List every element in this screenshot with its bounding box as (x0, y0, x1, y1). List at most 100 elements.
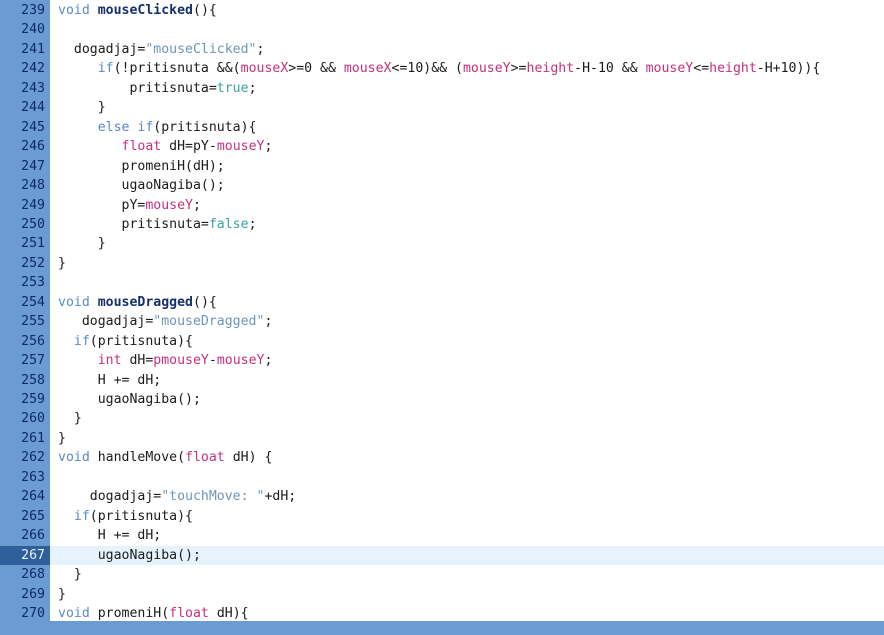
code-line[interactable]: 260 } (0, 409, 884, 428)
code-line[interactable]: 256 if(pritisnuta){ (0, 332, 884, 351)
function-name: mouseClicked (97, 3, 193, 18)
code-line[interactable]: 264 dogadjaj="touchMove: "+dH; (0, 487, 884, 506)
code-line[interactable]: 249 pY=mouseY; (0, 196, 884, 215)
code-line[interactable]: 239 void mouseClicked(){ (0, 1, 884, 20)
code-line[interactable]: 242 if(!pritisnuta &&(mouseX>=0 && mouse… (0, 59, 884, 78)
code-line[interactable]: 251 } (0, 234, 884, 253)
code-token: } (58, 430, 66, 446)
code-token: pritisnuta= (58, 216, 209, 232)
code-token: ; (264, 139, 273, 155)
code-keyword: if (97, 61, 114, 77)
code-line[interactable]: 253 (0, 273, 884, 292)
line-number: 248 (21, 178, 45, 194)
code-line[interactable]: 241 dogadjaj="mouseClicked"; (0, 40, 884, 59)
code-line[interactable]: 262 void handleMove(float dH) { (0, 448, 884, 467)
code-token: ugaoNagiba(); (58, 178, 225, 194)
line-number: 269 (21, 586, 45, 602)
code-text: int dH=pmouseY-mouseY; (58, 351, 273, 370)
code-line[interactable]: 255 dogadjaj="mouseDragged"; (0, 312, 884, 331)
code-line[interactable]: 246 float dH=pY-mouseY; (0, 137, 884, 156)
code-token: } (58, 236, 106, 252)
code-text: } (58, 565, 82, 584)
code-line[interactable]: 243 pritisnuta=true; (0, 79, 884, 98)
code-token: <=10)&& ( (391, 61, 463, 77)
line-number: 264 (21, 489, 45, 505)
line-number: 261 (21, 430, 45, 446)
boolean-literal: false (208, 216, 249, 232)
line-number: 268 (21, 567, 45, 583)
code-token: ugaoNagiba(); (58, 392, 201, 407)
line-number: 243 (21, 80, 45, 96)
code-line[interactable]: 247 promeniH(dH); (0, 157, 884, 176)
code-text: dogadjaj="mouseClicked"; (58, 40, 265, 59)
code-line-current[interactable]: 267 ugaoNagiba(); (0, 545, 884, 566)
code-editor[interactable]: 239 void mouseClicked (){ 240 241 dogadjaj="… (0, 0, 884, 621)
function-name: mouseDragged (97, 294, 193, 310)
code-token: pY= (58, 197, 146, 213)
code-line[interactable]: 240 (0, 20, 884, 39)
code-line[interactable]: 265 if(pritisnuta){ (0, 507, 884, 526)
code-token: +dH; (264, 489, 297, 505)
line-number: 259 (21, 392, 45, 407)
code-line[interactable]: 257 int dH=pmouseY-mouseY; (0, 351, 884, 370)
code-token: } (58, 100, 106, 116)
code-line[interactable]: 252} (0, 254, 884, 273)
line-number: 262 (21, 450, 45, 466)
code-token: (pritisnuta){ (153, 119, 257, 135)
code-token: (){ (193, 294, 217, 310)
code-token: -H+10)){ (756, 61, 821, 77)
code-line[interactable]: 259 ugaoNagiba(); (0, 390, 884, 409)
code-token: H += dH; (58, 528, 162, 544)
line-number: 265 (21, 508, 45, 524)
line-number: 254 (21, 294, 45, 310)
code-token: ; (192, 197, 201, 213)
string-literal: "mouseClicked" (145, 41, 257, 57)
code-line[interactable]: 250 pritisnuta=false; (0, 215, 884, 234)
builtin-identifier: pmouseY (153, 353, 209, 369)
code-text: H += dH; (58, 526, 162, 545)
line-number: 267 (21, 547, 45, 563)
code-line[interactable]: 269} (0, 585, 884, 604)
code-text: dogadjaj="mouseDragged"; (58, 312, 273, 331)
code-line[interactable]: 258 H += dH; (0, 371, 884, 390)
code-line[interactable]: 248 ugaoNagiba(); (0, 176, 884, 195)
builtin-identifier: mouseY (462, 61, 511, 77)
line-number: 242 (21, 61, 45, 77)
line-number: 244 (21, 100, 45, 116)
code-line[interactable]: 244 } (0, 98, 884, 117)
code-line[interactable]: 245 else if(pritisnuta){ (0, 118, 884, 137)
code-token: ; (248, 80, 257, 96)
line-number: 258 (21, 372, 45, 388)
builtin-identifier: int (97, 353, 122, 369)
code-token: ugaoNagiba(); (58, 547, 201, 563)
code-keyword: if (73, 333, 90, 349)
code-line[interactable]: 268 } (0, 565, 884, 584)
code-line[interactable]: 263 (0, 468, 884, 487)
code-keyword: else if (97, 119, 154, 135)
code-token: (pritisnuta){ (89, 333, 193, 349)
code-token: promeniH(dH); (58, 158, 225, 174)
builtin-identifier: mouseX (343, 61, 392, 77)
code-line[interactable]: 254 void mouseDragged(){ (0, 293, 884, 312)
code-text: pY=mouseY; (58, 196, 201, 215)
line-number: 240 (21, 22, 45, 38)
code-text: if(pritisnuta){ (58, 507, 193, 526)
code-line[interactable]: 266 H += dH; (0, 526, 884, 545)
line-number: 251 (21, 236, 45, 252)
builtin-identifier: float (169, 605, 209, 621)
code-keyword: void (58, 3, 90, 18)
builtin-identifier: mouseY (216, 353, 265, 369)
code-keyword: void (58, 450, 90, 466)
line-number: 260 (21, 411, 45, 427)
code-line[interactable]: 261} (0, 429, 884, 448)
line-number: 239 (21, 3, 45, 18)
code-keyword: void (58, 294, 90, 310)
code-token: dH) { (224, 450, 273, 466)
builtin-identifier: height (709, 61, 757, 77)
line-number: 253 (21, 275, 45, 291)
code-text: ugaoNagiba(); (58, 390, 201, 409)
